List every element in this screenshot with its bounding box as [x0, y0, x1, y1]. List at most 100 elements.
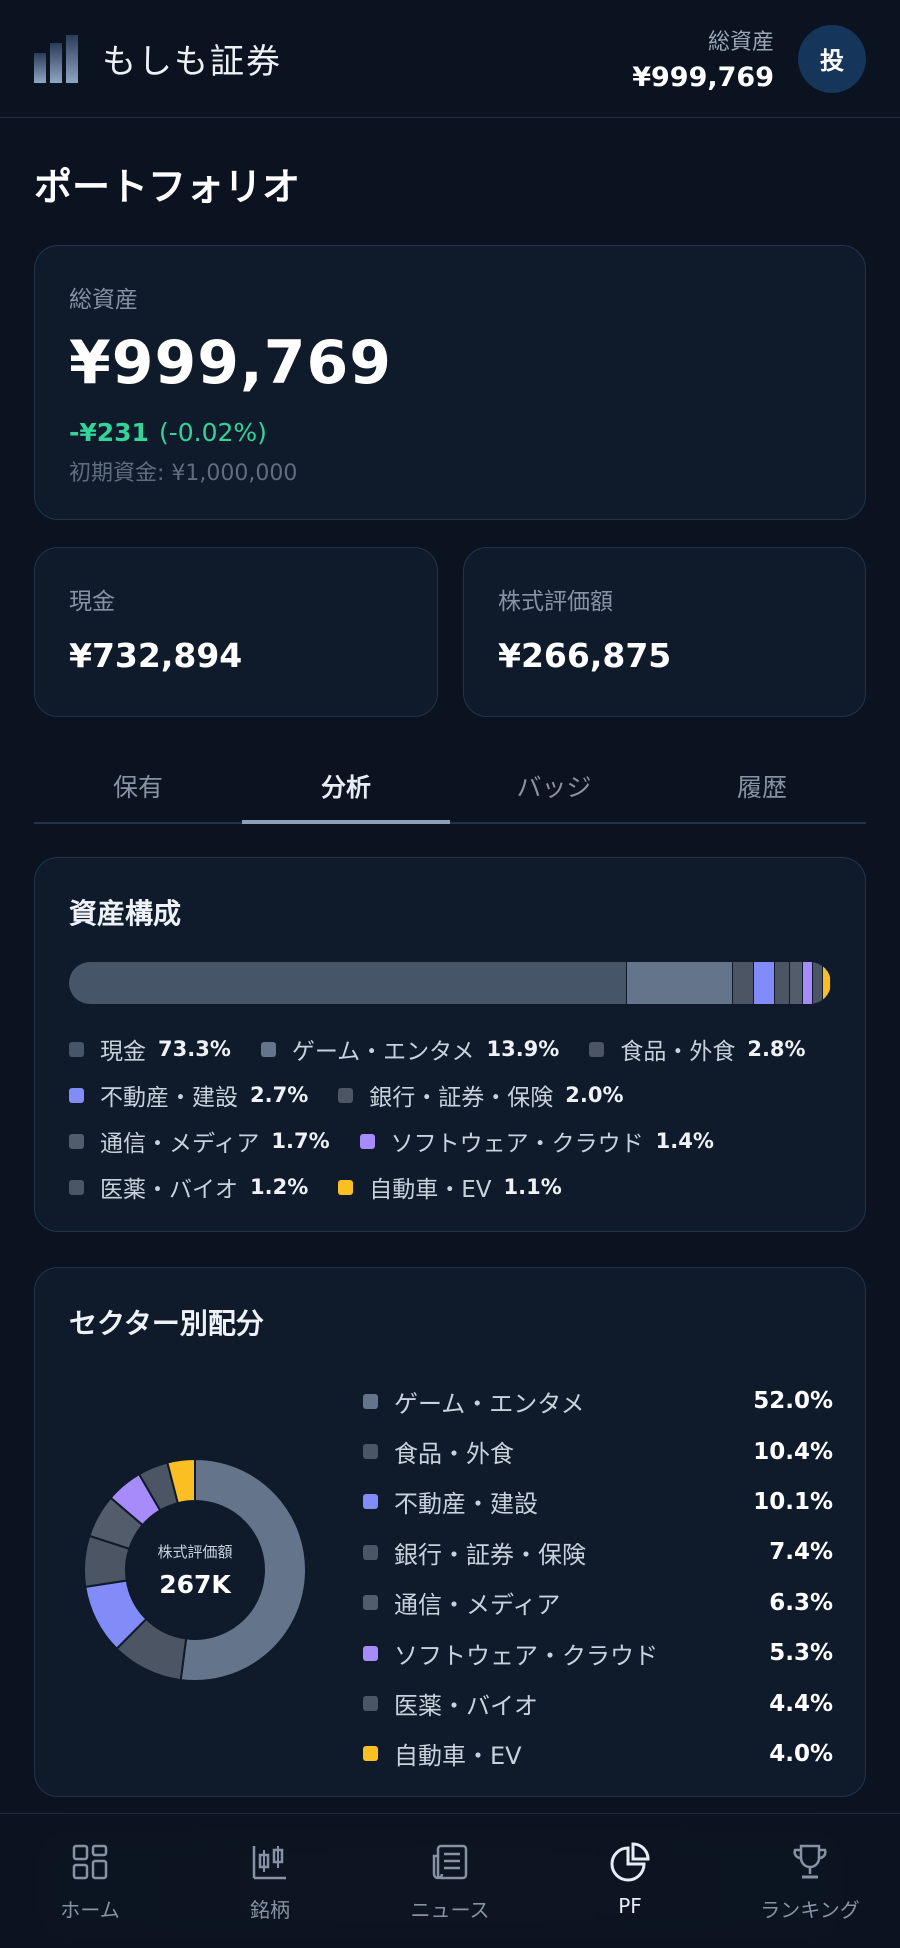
change-percent: (-0.02%) — [158, 418, 267, 447]
composition-bar-segment — [813, 962, 823, 1004]
legend-name: 医薬・バイオ — [100, 1177, 238, 1203]
sector-percent: 7.4% — [769, 1539, 833, 1566]
legend-item: 食品・外食 2.8% — [589, 1032, 806, 1066]
donut-center-value: 267K — [159, 1570, 231, 1599]
sector-name: ゲーム・エンタメ — [394, 1389, 585, 1418]
legend-item: 自動車・EV 1.1% — [338, 1170, 562, 1204]
legend-percent: 1.1% — [503, 1175, 562, 1199]
legend-name: 自動車・EV — [369, 1177, 492, 1203]
legend-swatch — [589, 1041, 605, 1057]
bottom-navigation: ホーム 銘柄 ニュース PF ランキング — [0, 1813, 900, 1948]
legend-percent: 73.3% — [158, 1037, 231, 1061]
legend-swatch — [338, 1179, 354, 1195]
composition-bar-segment — [774, 962, 790, 1004]
legend-percent: 1.2% — [250, 1175, 309, 1199]
legend-name: 通信・メディア — [100, 1131, 260, 1157]
legend-swatch — [69, 1087, 84, 1103]
app-title: もしも証券 — [102, 42, 282, 82]
sector-row: 通信・メディア 6.3% — [363, 1578, 833, 1628]
legend-item: ゲーム・エンタメ 13.9% — [260, 1032, 559, 1066]
legend-percent: 2.8% — [747, 1037, 806, 1061]
tab-history[interactable]: 履歴 — [658, 748, 866, 822]
donut-center: 株式評価額 267K — [83, 1458, 307, 1682]
nav-portfolio[interactable]: PF — [540, 1842, 720, 1948]
legend-line: 通信・メディア 1.7% ソフトウェア・クラウド 1.4% — [69, 1118, 831, 1164]
legend-swatch — [69, 1041, 84, 1057]
tab-holdings[interactable]: 保有 — [34, 748, 242, 822]
header-total-assets: 総資産 ¥999,769 — [632, 24, 774, 93]
sector-percent: 5.3% — [769, 1640, 833, 1667]
logo[interactable]: もしも証券 — [34, 34, 282, 83]
sector-percent: 10.4% — [753, 1438, 833, 1465]
header-total-label: 総資産 — [707, 30, 774, 55]
sector-percent: 10.1% — [753, 1488, 833, 1515]
nav-home[interactable]: ホーム — [0, 1842, 180, 1948]
sector-percent: 52.0% — [753, 1388, 833, 1415]
newspaper-icon — [432, 1844, 468, 1880]
composition-bar-segment — [754, 962, 775, 1004]
avatar[interactable]: 投 — [798, 24, 866, 93]
change-row: -¥231 (-0.02%) — [69, 418, 831, 447]
legend-name: 食品・外食 — [620, 1039, 736, 1065]
nav-home-label: ホーム — [60, 1898, 120, 1922]
composition-bar-segment — [822, 962, 831, 1004]
sector-row: 銀行・証券・保険 7.4% — [363, 1527, 833, 1577]
sector-swatch — [363, 1696, 378, 1712]
change-amount: -¥231 — [69, 418, 149, 447]
legend-percent: 2.7% — [250, 1083, 309, 1107]
stock-value-card: 株式評価額 ¥266,875 — [463, 547, 866, 717]
legend-line: 医薬・バイオ 1.2% 自動車・EV 1.1% — [69, 1164, 831, 1210]
donut-center-label: 株式評価額 — [157, 1543, 233, 1561]
app-header: もしも証券 総資産 ¥999,769 投 — [0, 0, 900, 118]
sector-row: 自動車・EV 4.0% — [363, 1729, 833, 1779]
legend-item: 医薬・バイオ 1.2% — [69, 1170, 308, 1204]
sector-legend: ゲーム・エンタメ 52.0% 食品・外食 10.4% 不動産・建設 10.1% 銀行・証券・… — [363, 1376, 833, 1779]
sector-allocation-title: セクター別配分 — [69, 1307, 264, 1340]
home-grid-icon — [72, 1844, 108, 1880]
sector-swatch — [363, 1544, 378, 1560]
nav-ranking-label: ランキング — [760, 1898, 860, 1922]
sector-swatch — [363, 1645, 378, 1661]
sector-name: ソフトウェア・クラウド — [394, 1641, 658, 1670]
cash-value: ¥732,894 — [69, 636, 243, 675]
sector-name: 医薬・バイオ — [394, 1692, 538, 1721]
stock-value: ¥266,875 — [498, 636, 672, 675]
legend-name: 銀行・証券・保険 — [369, 1085, 554, 1111]
sector-percent: 4.4% — [769, 1690, 833, 1717]
legend-item: 不動産・建設 2.7% — [69, 1078, 308, 1112]
sector-donut-chart: 株式評価額 267K — [83, 1457, 307, 1682]
legend-percent: 2.0% — [565, 1083, 624, 1107]
sector-row: 食品・外食 10.4% — [363, 1426, 833, 1476]
legend-item: 現金 73.3% — [69, 1032, 231, 1066]
composition-legend: 現金 73.3% ゲーム・エンタメ 13.9% 食品・外食 2.8% 不動産・建設 2.7% 銀… — [69, 1026, 831, 1210]
nav-news[interactable]: ニュース — [360, 1842, 540, 1948]
cash-card: 現金 ¥732,894 — [34, 547, 438, 717]
composition-bar-segment — [626, 962, 733, 1004]
sector-name: 自動車・EV — [394, 1742, 522, 1771]
composition-bar-segment — [69, 962, 627, 1004]
total-assets-card: 総資産 ¥999,769 -¥231 (-0.02%) 初期資金: ¥1,000,… — [34, 245, 866, 520]
header-total-value: ¥999,769 — [632, 62, 774, 93]
sector-name: 銀行・証券・保険 — [394, 1540, 586, 1569]
candlestick-icon — [252, 1846, 286, 1880]
sector-swatch — [363, 1746, 378, 1762]
composition-bar-segment — [732, 962, 755, 1004]
nav-stocks-label: 銘柄 — [250, 1898, 290, 1922]
legend-swatch — [260, 1041, 276, 1057]
legend-item: 通信・メディア 1.7% — [69, 1124, 330, 1158]
legend-item: ソフトウェア・クラウド 1.4% — [359, 1124, 714, 1158]
sector-row: ソフトウェア・クラウド 5.3% — [363, 1628, 833, 1678]
legend-swatch — [338, 1087, 354, 1103]
legend-name: 現金 — [100, 1039, 146, 1065]
tab-analysis[interactable]: 分析 — [242, 748, 450, 824]
nav-stocks[interactable]: 銘柄 — [180, 1842, 360, 1948]
nav-news-label: ニュース — [410, 1898, 490, 1922]
legend-percent: 1.4% — [655, 1129, 714, 1153]
nav-ranking[interactable]: ランキング — [720, 1842, 900, 1948]
sector-row: 不動産・建設 10.1% — [363, 1477, 833, 1527]
sector-swatch — [363, 1444, 378, 1460]
legend-percent: 1.7% — [271, 1129, 330, 1153]
legend-name: ソフトウェア・クラウド — [390, 1131, 644, 1157]
total-assets-label: 総資産 — [69, 287, 138, 313]
tab-badges[interactable]: バッジ — [450, 748, 658, 822]
